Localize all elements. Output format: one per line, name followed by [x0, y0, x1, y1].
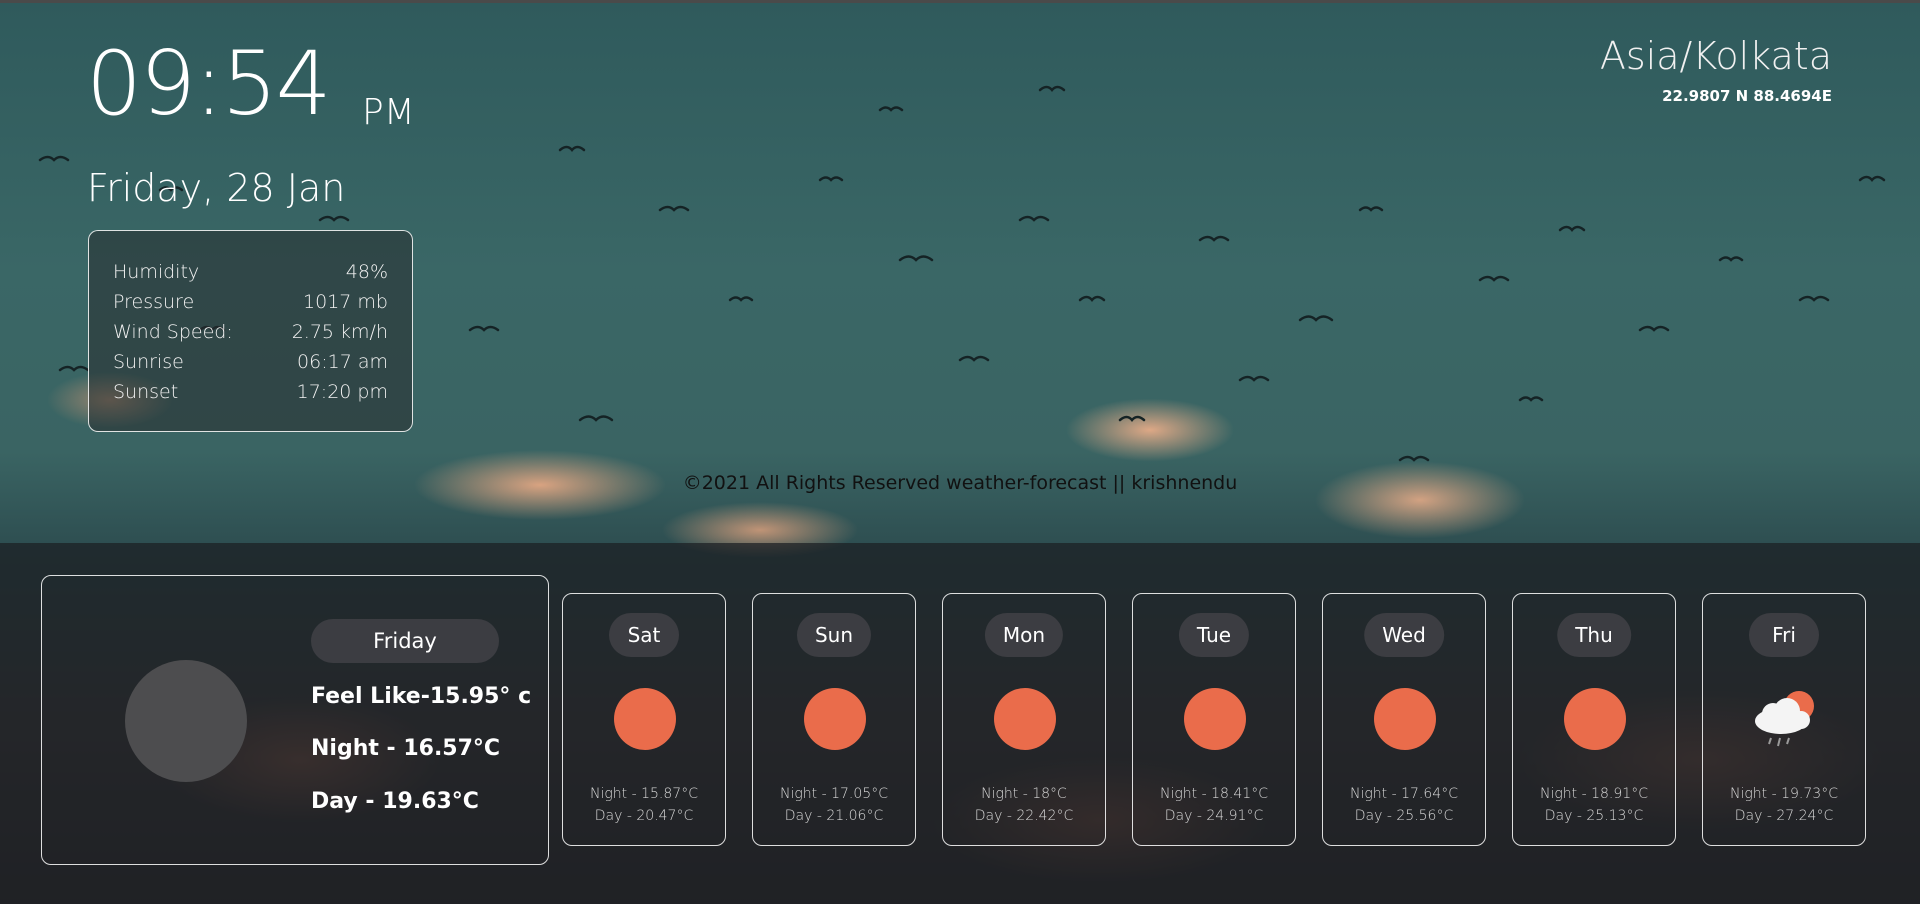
detail-row-pressure: Pressure 1017 mb	[113, 287, 388, 317]
forecast-day-pill: Wed	[1364, 613, 1444, 657]
clock-time: 09:54	[86, 32, 332, 135]
forecast-night-temp: Night - 15.87°C	[590, 786, 698, 802]
copyright-footer: ©2021 All Rights Reserved weather-foreca…	[682, 472, 1238, 494]
detail-label: Humidity	[113, 261, 200, 283]
forecast-day-pill: Mon	[984, 613, 1064, 657]
detail-row-sunrise: Sunrise 06:17 am	[113, 347, 388, 377]
rain-cloud-icon	[1755, 691, 1814, 747]
forecast-day-temp: Day - 22.42°C	[974, 808, 1074, 824]
sun-icon	[1564, 688, 1626, 750]
forecast-card-mon: Mon Night - 18°C Day - 22.42°C	[942, 593, 1106, 846]
sun-icon	[1374, 688, 1436, 750]
sun-icon	[994, 688, 1056, 750]
detail-value: 1017 mb	[303, 291, 388, 313]
forecast-night-temp: Night - 17.05°C	[780, 786, 888, 802]
coordinates-label: 22.9807 N 88.4694E	[1662, 87, 1832, 105]
forecast-card-sat: Sat Night - 15.87°C Day - 20.47°C	[562, 593, 726, 846]
today-card: Friday Feel Like-15.95° c Night - 16.57°…	[41, 575, 549, 865]
feels-like-text: Feel Like-15.95° c	[311, 684, 532, 709]
forecast-day-pill: Sat	[609, 613, 679, 657]
forecast-card-wed: Wed Night - 17.64°C Day - 25.56°C	[1322, 593, 1486, 846]
forecast-day-pill: Thu	[1557, 613, 1631, 657]
forecast-day-temp: Day - 21.06°C	[784, 808, 884, 824]
detail-label: Sunrise	[113, 351, 184, 373]
detail-label: Sunset	[113, 381, 179, 403]
weather-details-card: Humidity 48% Pressure 1017 mb Wind Speed…	[88, 230, 413, 432]
sun-icon	[614, 688, 676, 750]
forecast-day-temp: Day - 24.91°C	[1164, 808, 1264, 824]
detail-row-humidity: Humidity 48%	[113, 257, 388, 287]
detail-value: 06:17 am	[297, 351, 388, 373]
today-day-pill: Friday	[311, 619, 499, 663]
detail-label: Pressure	[113, 291, 195, 313]
forecast-night-temp: Night - 18.41°C	[1160, 786, 1268, 802]
detail-value: 48%	[345, 261, 388, 283]
sun-icon	[1184, 688, 1246, 750]
forecast-night-temp: Night - 18.91°C	[1540, 786, 1648, 802]
current-date: Friday, 28 Jan	[87, 166, 346, 210]
moon-icon	[125, 660, 247, 782]
forecast-day-temp: Day - 25.13°C	[1544, 808, 1644, 824]
forecast-card-sun: Sun Night - 17.05°C Day - 21.06°C	[752, 593, 916, 846]
forecast-day-temp: Day - 25.56°C	[1354, 808, 1454, 824]
forecast-day-pill: Fri	[1749, 613, 1819, 657]
forecast-day-pill: Tue	[1178, 613, 1250, 657]
sun-icon	[804, 688, 866, 750]
forecast-night-temp: Night - 17.64°C	[1350, 786, 1458, 802]
forecast-day-pill: Sun	[796, 613, 872, 657]
detail-row-sunset: Sunset 17:20 pm	[113, 377, 388, 407]
today-day-temp: Day - 19.63°C	[311, 789, 479, 814]
detail-label: Wind Speed:	[113, 321, 233, 343]
today-night-temp: Night - 16.57°C	[311, 736, 501, 761]
forecast-card-thu: Thu Night - 18.91°C Day - 25.13°C	[1512, 593, 1676, 846]
forecast-card-fri: Fri Night - 19.73°C Day - 27.24°C	[1702, 593, 1866, 846]
detail-value: 17:20 pm	[296, 381, 388, 403]
detail-value: 2.75 km/h	[291, 321, 388, 343]
timezone-label: Asia/Kolkata	[1599, 34, 1832, 78]
clock-ampm: PM	[362, 92, 415, 133]
forecast-night-temp: Night - 18°C	[981, 786, 1067, 802]
detail-row-wind-speed: Wind Speed: 2.75 km/h	[113, 317, 388, 347]
forecast-night-temp: Night - 19.73°C	[1730, 786, 1838, 802]
forecast-card-tue: Tue Night - 18.41°C Day - 24.91°C	[1132, 593, 1296, 846]
forecast-day-temp: Day - 27.24°C	[1734, 808, 1834, 824]
forecast-day-temp: Day - 20.47°C	[594, 808, 694, 824]
